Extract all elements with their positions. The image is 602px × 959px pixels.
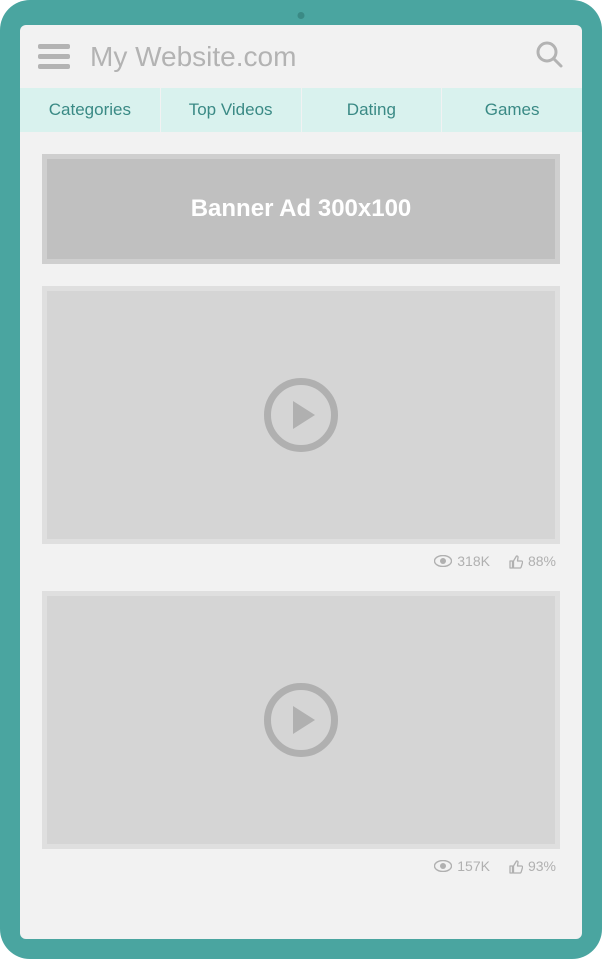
video-card: 318K 88% [42,286,560,569]
banner-ad[interactable]: Banner Ad 300x100 [42,154,560,264]
camera-dot [298,12,305,19]
play-icon [264,378,338,452]
views-stat: 157K [434,858,490,874]
views-count: 157K [457,858,490,874]
tab-bar: Categories Top Videos Dating Games [20,88,582,132]
banner-ad-text: Banner Ad 300x100 [191,195,412,223]
hamburger-menu-icon[interactable] [38,44,70,69]
rating-percent: 93% [528,858,556,874]
video-card: 157K 93% [42,591,560,874]
eye-icon [434,555,452,567]
eye-icon [434,860,452,872]
header: My Website.com [20,25,582,88]
screen: My Website.com Categories Top Videos Dat… [20,25,582,939]
rating-stat: 88% [508,553,556,569]
search-icon[interactable] [534,39,564,74]
content-area: Banner Ad 300x100 318K [20,132,582,939]
tab-top-videos[interactable]: Top Videos [161,88,301,132]
device-frame: My Website.com Categories Top Videos Dat… [0,0,602,959]
tab-games[interactable]: Games [442,88,582,132]
rating-stat: 93% [508,858,556,874]
video-thumbnail[interactable] [42,591,560,849]
rating-percent: 88% [528,553,556,569]
video-thumbnail[interactable] [42,286,560,544]
tab-dating[interactable]: Dating [302,88,442,132]
video-stats: 157K 93% [42,849,560,874]
site-title: My Website.com [90,41,514,73]
views-stat: 318K [434,553,490,569]
thumbs-up-icon [508,859,523,874]
thumbs-up-icon [508,554,523,569]
views-count: 318K [457,553,490,569]
play-icon [264,683,338,757]
video-stats: 318K 88% [42,544,560,569]
tab-categories[interactable]: Categories [20,88,160,132]
